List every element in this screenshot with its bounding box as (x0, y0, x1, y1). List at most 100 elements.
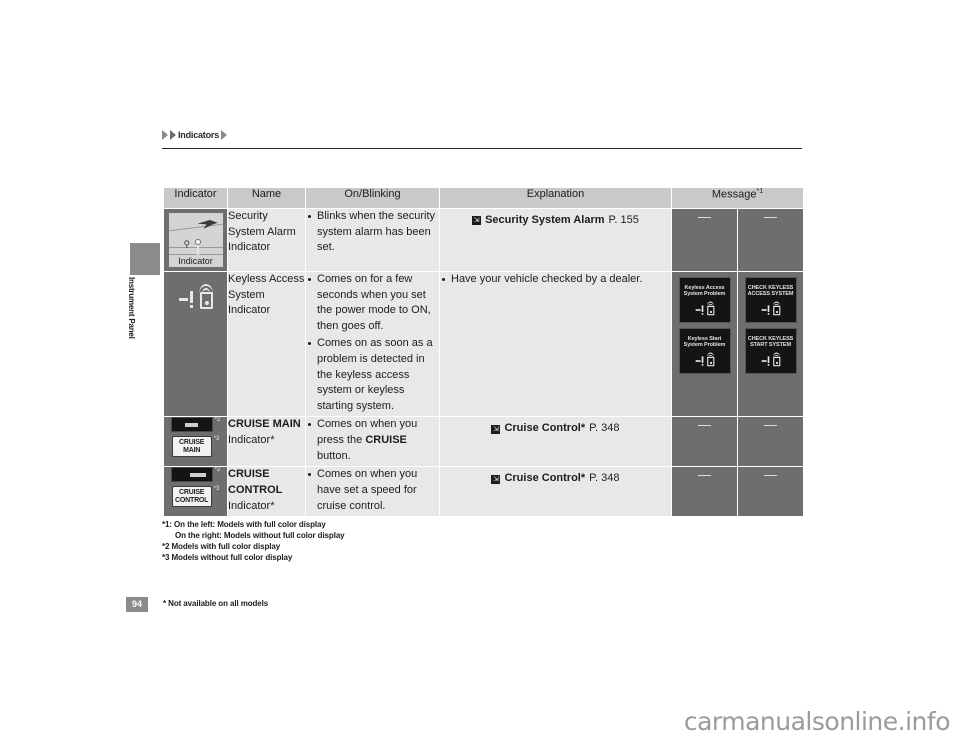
page-reference-icon: ⇲ (491, 424, 501, 434)
sidebar-section-label: Instrument Panel (127, 277, 137, 339)
cruise-main-display-row: *2 (164, 417, 227, 433)
explanation-list: Have your vehicle checked by a dealer. (440, 272, 671, 288)
indicator-name: CRUISE CONTROL (228, 468, 283, 496)
breadcrumb-label: Indicators (178, 130, 220, 140)
message-left-cell: — (671, 466, 738, 518)
message-screen: Keyless Start System Problem (678, 328, 731, 374)
onblinking-cell: Comes on when you press the CRUISE butto… (305, 416, 440, 468)
message-right-cell: CHECK KEYLESS ACCESS SYSTEM CHECK KEYLES… (736, 270, 805, 418)
footnote-marker: *2 (214, 417, 221, 424)
message-screen-text: CHECK KEYLESS ACCESS SYSTEM (747, 284, 794, 297)
page-reference[interactable]: ⇲ Security System Alarm P. 155 (440, 209, 671, 233)
footnote-marker: *2 (214, 467, 221, 474)
security-system-alarm-icon: ⚲ Indicator (168, 213, 223, 267)
list-item: Comes on when you have set a speed for c… (306, 467, 439, 514)
onblinking-list: Blinks when the security system alarm ha… (306, 209, 439, 256)
message-screen-text: CHECK KEYLESS START SYSTEM (747, 335, 794, 348)
message-right-cell: — (736, 208, 805, 272)
indicator-name: CRUISE MAIN (228, 418, 301, 431)
indicator-caption: Indicator (168, 255, 223, 267)
explanation-cell: Have your vehicle checked by a dealer. (439, 270, 672, 418)
message-empty-dash: — (764, 417, 777, 433)
footnote-line: *2 Models with full color display (162, 542, 281, 552)
message-empty-dash: — (698, 467, 711, 483)
page-reference-title: Cruise Control* (504, 472, 586, 485)
onblinking-list: Comes on when you press the CRUISE butto… (306, 417, 439, 464)
cruise-control-badge: CRUISE CONTROL (171, 486, 212, 507)
indicator-table: Indicator Name On/Blinking Explanation M… (163, 187, 805, 518)
cruise-main-indicator-cell: *2 CRUISE MAIN *3 (163, 416, 228, 468)
onblinking-text-post: button. (317, 449, 351, 462)
column-header-message-footnote: *1 (756, 188, 764, 195)
message-screen: CHECK KEYLESS ACCESS SYSTEM (744, 277, 797, 323)
indicator-name: Keyless Access System Indicator (227, 270, 306, 418)
message-empty-dash: — (764, 209, 777, 224)
footnote-marker: *3 (213, 436, 220, 443)
explanation-cell: ⇲ Cruise Control* P. 348 (439, 416, 672, 468)
column-header-message-text: Message (711, 188, 757, 201)
keyless-indicator-cell (163, 270, 228, 418)
message-screen-stack: CHECK KEYLESS ACCESS SYSTEM CHECK KEYLES… (738, 272, 803, 379)
column-header-explanation: Explanation (439, 187, 672, 209)
message-screen-text: Keyless Start System Problem (683, 335, 726, 348)
column-header-name: Name (227, 187, 306, 209)
indicator-name-cell: CRUISE CONTROL Indicator* (227, 466, 306, 518)
message-empty-dash: — (764, 467, 777, 483)
page-reference-icon: ⇲ (472, 216, 482, 226)
cruise-main-badge: CRUISE MAIN (171, 436, 212, 458)
cruise-main-display-icon (170, 417, 213, 433)
message-screen: Keyless Access System Problem (678, 277, 731, 323)
message-empty-dash: — (698, 417, 711, 433)
page-reference-icon: ⇲ (491, 474, 501, 484)
keyless-access-system-icon (761, 301, 780, 316)
onblinking-cell: Blinks when the security system alarm ha… (305, 208, 440, 272)
table-row: *2 CRUISE MAIN *3 CRUISE MAIN Indicator*… (163, 416, 805, 468)
keyless-access-system-icon (761, 352, 780, 367)
explanation-cell: ⇲ Cruise Control* P. 348 (439, 466, 672, 518)
sidebar-section-tab (130, 243, 160, 275)
keyless-access-system-icon (169, 272, 223, 326)
onblinking-cell: Comes on for a few seconds when you set … (305, 270, 440, 418)
keyless-access-system-icon (695, 301, 714, 316)
onblinking-list: Comes on for a few seconds when you set … (306, 272, 439, 414)
message-left-cell: Keyless Access System Problem Keyless St… (671, 270, 738, 418)
message-right-cell: — (736, 416, 805, 468)
breadcrumb: Indicators (162, 128, 228, 142)
page-reference-page: P. 348 (589, 472, 620, 485)
header-divider (162, 148, 802, 149)
table-row: Keyless Access System Indicator Comes on… (163, 270, 805, 418)
onblinking-list: Comes on when you have set a speed for c… (306, 467, 439, 514)
message-right-cell: — (736, 466, 805, 518)
footnote-line: *3 Models without full color display (162, 553, 293, 563)
cruise-control-indicator-cell: *2 CRUISE CONTROL *3 (163, 466, 228, 518)
list-item: Blinks when the security system alarm ha… (306, 209, 439, 256)
column-header-indicator: Indicator (163, 187, 228, 209)
explanation-cell: ⇲ Security System Alarm P. 155 (439, 208, 672, 272)
column-header-onblinking: On/Blinking (305, 187, 440, 209)
onblinking-cell: Comes on when you have set a speed for c… (305, 466, 440, 518)
list-item: Have your vehicle checked by a dealer. (440, 272, 671, 288)
cruise-main-badge-row: CRUISE MAIN *3 (164, 436, 227, 458)
breadcrumb-arrow-icon (170, 130, 176, 140)
footnotes: *1: On the left: Models with full color … (162, 519, 345, 563)
indicator-table-wrapper: Indicator Name On/Blinking Explanation M… (162, 186, 805, 519)
indicator-name: Security System Alarm Indicator (227, 208, 306, 272)
page-reference[interactable]: ⇲ Cruise Control* P. 348 (440, 467, 671, 491)
message-left-cell: — (671, 208, 738, 272)
table-header-row: Indicator Name On/Blinking Explanation M… (163, 187, 805, 209)
list-item: Comes on when you press the CRUISE butto… (306, 417, 439, 464)
sidebar-section-label-wrap: Instrument Panel (127, 275, 160, 370)
message-screen-text: Keyless Access System Problem (683, 284, 726, 297)
footnote-line: *1: On the left: Models with full color … (162, 520, 326, 529)
page-reference[interactable]: ⇲ Cruise Control* P. 348 (440, 417, 671, 441)
list-item: Comes on for a few seconds when you set … (306, 272, 439, 334)
watermark: carmanualsonline.info (683, 707, 951, 736)
table-row: *2 CRUISE CONTROL *3 CRUISE CONTROL Indi… (163, 466, 805, 518)
page-reference-title: Security System Alarm (485, 214, 605, 226)
indicator-name-cell: CRUISE MAIN Indicator* (227, 416, 306, 468)
page-reference-page: P. 155 (608, 214, 639, 226)
manual-page: Indicators Instrument Panel Indicator Na… (0, 0, 960, 742)
cruise-control-badge-row: CRUISE CONTROL *3 (164, 486, 227, 507)
footnote-marker: *3 (213, 486, 220, 493)
keyless-access-system-icon (695, 352, 714, 367)
